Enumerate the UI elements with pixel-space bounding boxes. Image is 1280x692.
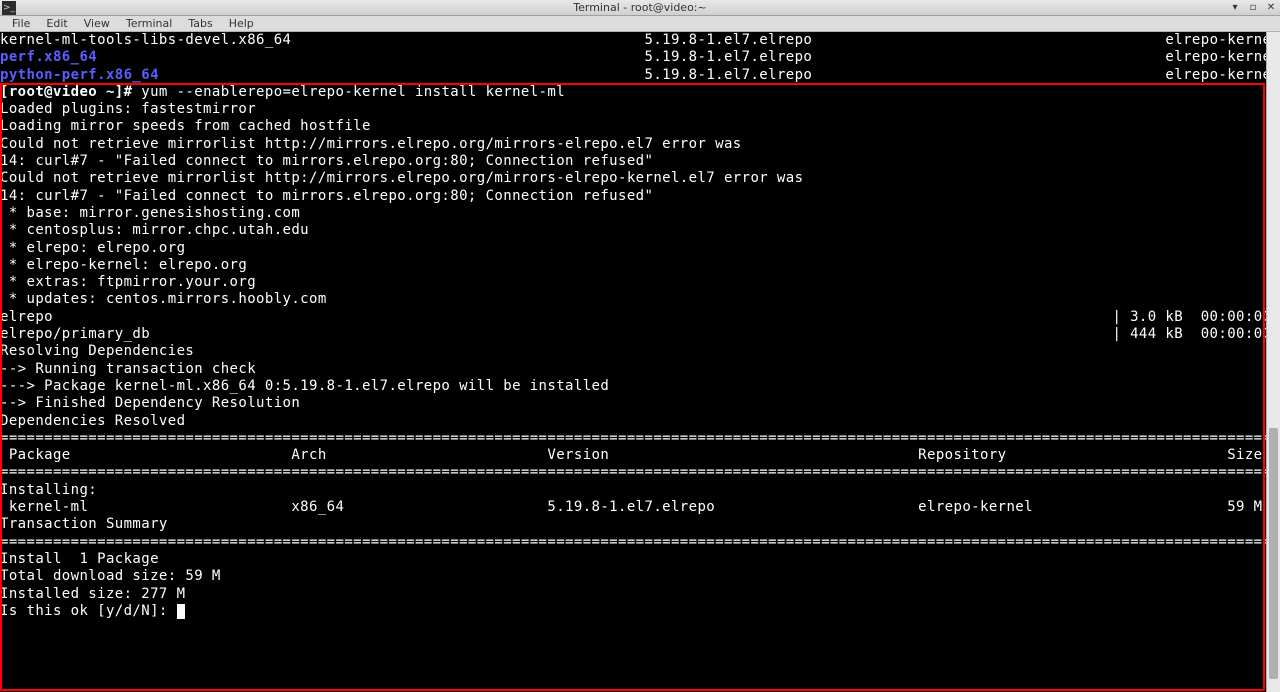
repo-label: elrepo xyxy=(0,309,53,325)
output-line: * updates: centos.mirrors.hoobly.com xyxy=(0,291,1280,308)
output-line: Could not retrieve mirrorlist http://mir… xyxy=(0,170,1280,187)
scrollbar[interactable] xyxy=(1266,32,1280,692)
output-line: 14: curl#7 - "Failed connect to mirrors.… xyxy=(0,188,1280,205)
window-title: Terminal - root@video:~ xyxy=(573,1,706,14)
pkg-repo: elrepo-kernel xyxy=(1165,67,1280,83)
output-line: * base: mirror.genesishosting.com xyxy=(0,205,1280,222)
output-line: Total download size: 59 M xyxy=(0,568,1280,585)
maximize-button[interactable]: ▫ xyxy=(1246,2,1260,14)
output-line: Installed size: 277 M xyxy=(0,586,1280,603)
output-line: ---> Package kernel-ml.x86_64 0:5.19.8-1… xyxy=(0,378,1280,395)
table-row: kernel-ml x86_64 5.19.8-1.el7.elrepo elr… xyxy=(0,499,1280,516)
terminal-output[interactable]: kernel-ml-tools-libs-devel.x86_64 5.19.8… xyxy=(0,32,1280,692)
table-rule: ========================================… xyxy=(0,534,1280,551)
window-titlebar: >_ Terminal - root@video:~ ▾ ▫ ✕ xyxy=(0,0,1280,16)
terminal-app-icon: >_ xyxy=(2,1,16,15)
output-line: Install 1 Package xyxy=(0,551,1280,568)
output-line: * extras: ftpmirror.your.org xyxy=(0,274,1280,291)
pkg-repo: elrepo-kernel xyxy=(1165,49,1280,65)
yum-prompt[interactable]: Is this ok [y/d/N]: xyxy=(0,603,177,619)
output-line: --> Running transaction check xyxy=(0,361,1280,378)
pkg-version: 5.19.8-1.el7.elrepo xyxy=(645,32,813,48)
menu-terminal[interactable]: Terminal xyxy=(118,17,181,30)
pkg-version: 5.19.8-1.el7.elrepo xyxy=(645,49,813,65)
command-text: yum --enablerepo=elrepo-kernel install k… xyxy=(141,84,565,100)
window-controls: ▾ ▫ ✕ xyxy=(1228,2,1278,14)
menu-bar: File Edit View Terminal Tabs Help xyxy=(0,16,1280,32)
output-line: Resolving Dependencies xyxy=(0,343,1280,360)
pkg-name: python-perf.x86_64 xyxy=(0,67,159,83)
table-rule: ========================================… xyxy=(0,430,1280,447)
output-line: Loading mirror speeds from cached hostfi… xyxy=(0,118,1280,135)
output-line: Could not retrieve mirrorlist http://mir… xyxy=(0,136,1280,153)
menu-help[interactable]: Help xyxy=(221,17,262,30)
output-line: Transaction Summary xyxy=(0,516,1280,533)
pkg-version: 5.19.8-1.el7.elrepo xyxy=(645,67,813,83)
pkg-repo: elrepo-kernel xyxy=(1165,32,1280,48)
output-line: * elrepo: elrepo.org xyxy=(0,240,1280,257)
output-line: Dependencies Resolved xyxy=(0,413,1280,430)
table-header: Package Arch Version Repository Size xyxy=(0,447,1280,464)
menu-file[interactable]: File xyxy=(4,17,38,30)
download-status: | 3.0 kB 00:00:00 xyxy=(1112,309,1280,325)
menu-tabs[interactable]: Tabs xyxy=(180,17,220,30)
output-line: Loaded plugins: fastestmirror xyxy=(0,101,1280,118)
scroll-thumb[interactable] xyxy=(1269,428,1278,679)
output-line: 14: curl#7 - "Failed connect to mirrors.… xyxy=(0,153,1280,170)
shell-prompt: [root@video ~]# xyxy=(0,84,141,100)
pkg-name: perf.x86_64 xyxy=(0,49,97,65)
menu-view[interactable]: View xyxy=(76,17,118,30)
repo-label: elrepo/primary_db xyxy=(0,326,150,342)
minimize-button[interactable]: ▾ xyxy=(1228,2,1242,14)
cursor-icon xyxy=(177,604,185,619)
table-rule: ========================================… xyxy=(0,464,1280,481)
output-line: Installing: xyxy=(0,482,1280,499)
close-button[interactable]: ✕ xyxy=(1264,2,1278,14)
pkg-name: kernel-ml-tools-libs-devel.x86_64 xyxy=(0,32,291,48)
output-line: * elrepo-kernel: elrepo.org xyxy=(0,257,1280,274)
menu-edit[interactable]: Edit xyxy=(38,17,75,30)
download-status: | 444 kB 00:00:00 xyxy=(1112,326,1280,342)
output-line: * centosplus: mirror.chpc.utah.edu xyxy=(0,222,1280,239)
output-line: --> Finished Dependency Resolution xyxy=(0,395,1280,412)
